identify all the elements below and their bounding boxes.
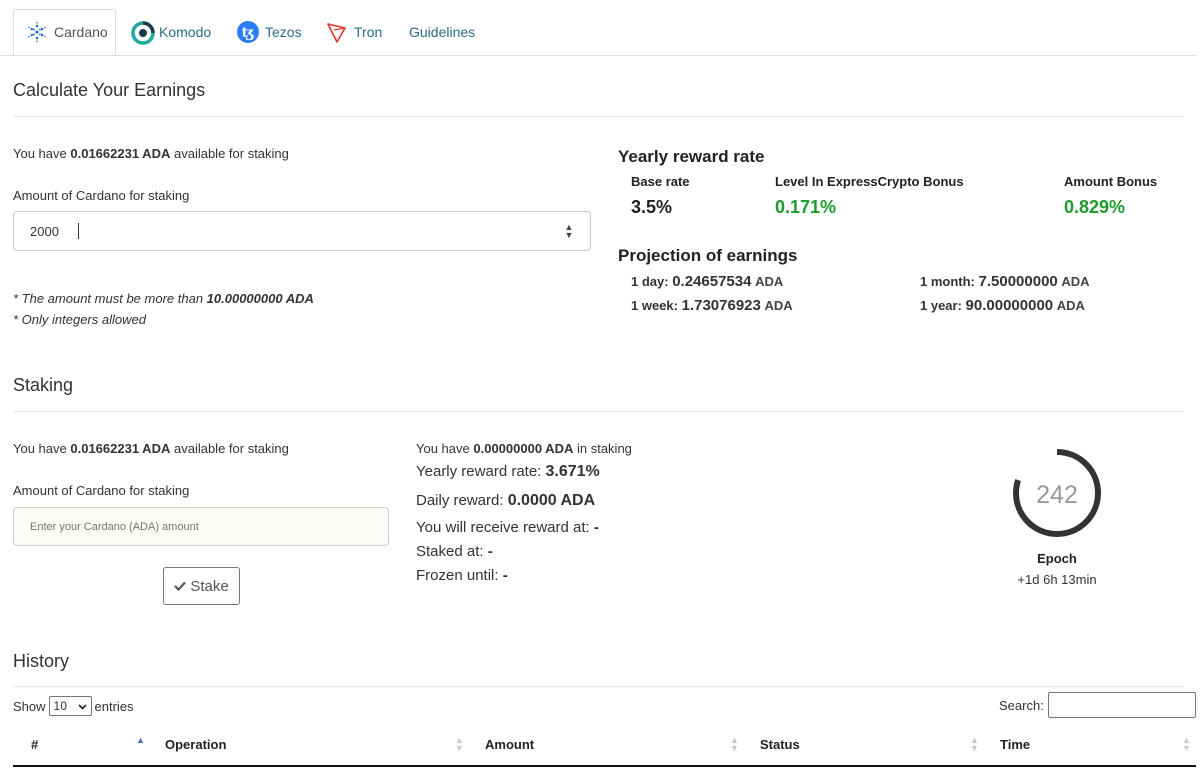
tab-tezos[interactable]: ꜩ Tezos — [237, 9, 302, 55]
tab-label: Komodo — [159, 24, 212, 40]
divider — [13, 116, 1183, 117]
projection-year: 1 year: 90.00000000 ADA — [920, 297, 1085, 314]
coin-tabs: Cardano Komodo ꜩ Tezos Tron Guidelines — [0, 0, 1196, 56]
level-bonus-value: 0.171% — [775, 197, 837, 217]
staking-daily-reward: Daily reward: 0.0000 ADA — [416, 492, 596, 509]
projection-week: 1 week: 1.73076923 ADA — [631, 297, 793, 314]
search-label: Search: — [999, 698, 1044, 713]
entries-select[interactable]: 10 — [48, 696, 92, 716]
staking-staked-at: Staked at: - — [416, 543, 493, 560]
sort-icon[interactable]: ▲ ▼ — [730, 736, 739, 753]
amount-bonus-label: Amount Bonus — [1064, 174, 1158, 189]
column-header-time[interactable]: Time — [1000, 737, 1030, 752]
calc-amount-input[interactable]: 2000 ▲ ▼ — [13, 211, 591, 251]
staking-frozen-until: Frozen until: - — [416, 567, 508, 584]
staking-yearly-rate: Yearly reward rate: 3.671% — [416, 463, 600, 480]
number-spinner-icon[interactable]: ▲ ▼ — [564, 223, 574, 240]
base-rate-label: Base rate — [631, 174, 690, 189]
epoch-progress-ring: 242 — [1011, 447, 1103, 539]
in-staking-text: You have 0.00000000 ADA in staking — [416, 441, 632, 456]
check-icon — [174, 578, 187, 595]
chevron-down-icon — [77, 699, 87, 713]
sort-icon[interactable]: ▲ ▼ — [970, 736, 979, 753]
tab-cardano[interactable]: Cardano — [13, 9, 116, 55]
tab-label: Tron — [354, 24, 383, 40]
level-bonus-label: Level In ExpressCrypto Bonus — [775, 174, 964, 189]
calc-amount-value: 2000 — [30, 224, 59, 239]
yearly-rate-title: Yearly reward rate — [618, 147, 765, 166]
tab-tron[interactable]: Tron — [326, 9, 382, 55]
tab-divider — [0, 55, 1196, 56]
note-integers: * Only integers allowed — [13, 312, 146, 327]
amount-bonus-value: 0.829% — [1064, 197, 1126, 217]
epoch-remaining: +1d 6h 13min — [1017, 572, 1097, 587]
tab-label: Tezos — [265, 24, 302, 40]
tab-label: Guidelines — [409, 24, 476, 40]
svg-text:ꜩ: ꜩ — [242, 25, 255, 41]
tab-guidelines[interactable]: Guidelines — [409, 9, 475, 55]
column-header-index[interactable]: # — [31, 737, 38, 752]
divider — [13, 686, 1183, 687]
stake-amount-input[interactable] — [13, 507, 389, 546]
text-caret — [78, 223, 79, 239]
sort-icon[interactable]: ▲ ▼ — [1182, 736, 1191, 753]
stake-button-label: Stake — [190, 577, 229, 595]
sort-ascending-icon[interactable]: ▲ — [136, 736, 145, 745]
calculate-title: Calculate Your Earnings — [13, 80, 206, 100]
tron-icon — [326, 21, 348, 43]
entries-length-control: Show 10 entries — [13, 696, 134, 716]
projection-month: 1 month: 7.50000000 ADA — [920, 273, 1090, 290]
available-amount: 0.01662231 ADA — [70, 146, 171, 161]
staking-receive-at: You will receive reward at: - — [416, 519, 599, 536]
note-minimum: * The amount must be more than 10.000000… — [13, 291, 314, 306]
sort-icon[interactable]: ▲ ▼ — [455, 736, 464, 753]
base-rate-value: 3.5% — [631, 197, 673, 217]
epoch-label: Epoch — [1037, 551, 1077, 566]
search-input[interactable] — [1048, 692, 1196, 718]
stake-button[interactable]: Stake — [163, 567, 240, 605]
divider — [13, 411, 1183, 412]
tezos-icon: ꜩ — [237, 21, 259, 43]
column-header-operation[interactable]: Operation — [165, 737, 226, 752]
staking-available-text: You have 0.01662231 ADA available for st… — [13, 441, 289, 456]
projection-title: Projection of earnings — [618, 246, 798, 265]
staking-title: Staking — [13, 375, 74, 395]
staking-amount-label: Amount of Cardano for staking — [13, 483, 190, 498]
calc-amount-label: Amount of Cardano for staking — [13, 188, 190, 203]
available-amount: 0.01662231 ADA — [70, 441, 171, 456]
column-header-status[interactable]: Status — [760, 737, 800, 752]
projection-day: 1 day: 0.24657534 ADA — [631, 273, 784, 290]
calc-available-text: You have 0.01662231 ADA available for st… — [13, 146, 289, 161]
table-header-border — [13, 765, 1196, 767]
tab-label: Cardano — [54, 24, 108, 40]
cardano-icon — [26, 21, 48, 43]
tab-komodo[interactable]: Komodo — [131, 9, 211, 55]
column-header-amount[interactable]: Amount — [485, 737, 534, 752]
history-title: History — [13, 651, 70, 671]
epoch-number: 242 — [1036, 481, 1078, 509]
komodo-icon — [131, 21, 155, 45]
